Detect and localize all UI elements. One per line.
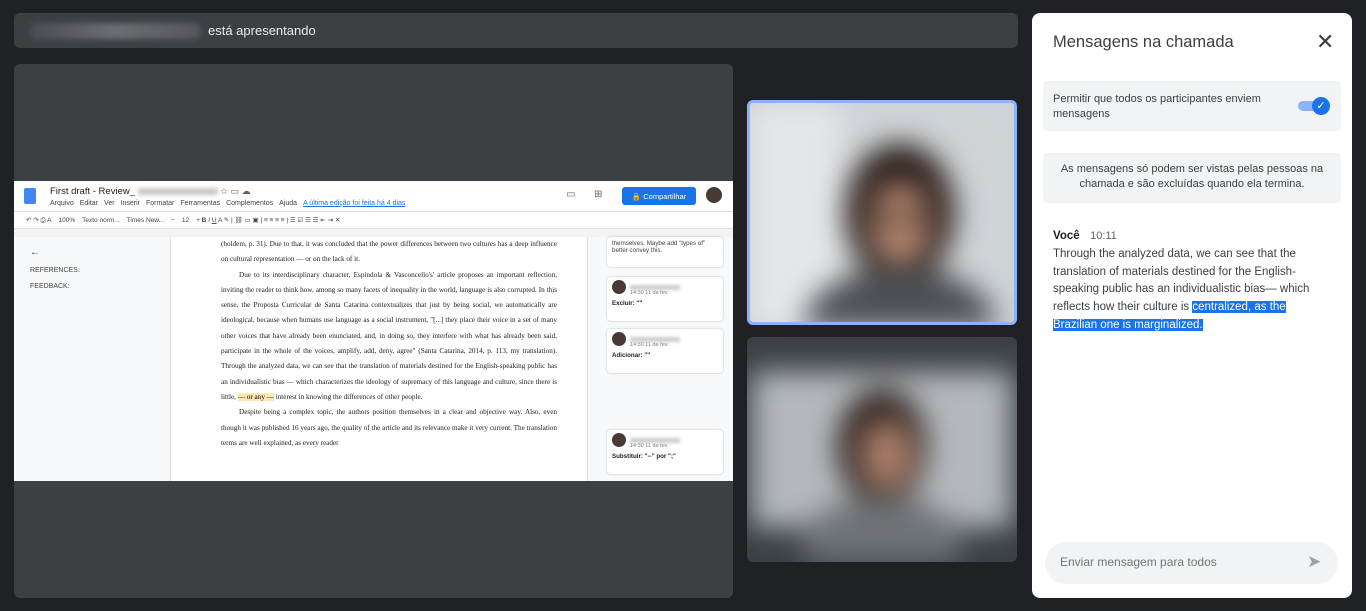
zoom-value: 100% xyxy=(58,216,76,224)
message-composer: ➤ xyxy=(1045,542,1338,584)
participant-tile-active[interactable] xyxy=(747,100,1017,325)
comment-card: 14:30 11 de fev. Substituir: "--" por ";… xyxy=(607,430,723,474)
presenter-name-blurred xyxy=(30,22,200,39)
message-sender: Você xyxy=(1053,230,1080,242)
avatar xyxy=(612,433,626,447)
check-icon: ✓ xyxy=(1312,97,1330,115)
doc-title: First draft - Review_ xyxy=(50,185,135,197)
docs-logo-icon xyxy=(24,188,36,204)
menu-formatar: Formatar xyxy=(146,199,175,207)
paragraph-2: Despite being a complex topic, the autho… xyxy=(221,408,557,447)
present-icon: ⊞ xyxy=(594,189,603,200)
menu-ferramentas: Ferramentas xyxy=(180,199,221,207)
outline-references: REFERENCES: xyxy=(30,267,80,274)
menu-ajuda: Ajuda xyxy=(279,199,298,207)
chat-panel: Mensagens na chamada ✕ Permitir que todo… xyxy=(1032,13,1352,598)
participant-video xyxy=(747,337,1017,562)
font-size-value: 12 xyxy=(181,216,190,224)
last-edit-link: A última edição foi feita há 4 dias xyxy=(303,199,406,207)
doc-outline: ← REFERENCES: FEEDBACK: xyxy=(30,247,80,290)
send-icon[interactable]: ➤ xyxy=(1307,552,1321,572)
doc-menu: Arquivo Editar Ver Inserir Formatar Ferr… xyxy=(50,200,405,207)
presenter-bar: está apresentando xyxy=(14,13,1018,48)
close-icon[interactable]: ✕ xyxy=(1316,29,1334,55)
presentation-stage[interactable]: First draft - Review_ ☆ ▭ ☁ Arquivo Edit… xyxy=(14,64,733,598)
message-text[interactable]: Through the analyzed data, we can see th… xyxy=(1053,246,1323,335)
comment-card: 14:30 11 de fev. Adicionar: "" xyxy=(607,329,723,373)
chat-message: Você 10:11 Through the analyzed data, we… xyxy=(1053,226,1323,335)
permission-toggle[interactable]: ✓ xyxy=(1298,97,1330,115)
comments-sidebar: themselves. Maybe add "types of" better … xyxy=(603,237,729,481)
highlighted-insertion: — or any — xyxy=(237,392,274,401)
shared-document: First draft - Review_ ☆ ▭ ☁ Arquivo Edit… xyxy=(14,181,733,481)
participant-video xyxy=(750,103,1014,322)
style-value: Texto norm... xyxy=(82,216,120,224)
menu-complementos: Complementos xyxy=(226,199,274,207)
permission-setting: Permitir que todos os participantes envi… xyxy=(1043,81,1341,131)
chat-panel-title: Mensagens na chamada xyxy=(1053,33,1234,51)
menu-ver: Ver xyxy=(104,199,115,207)
avatar xyxy=(612,280,626,294)
share-button: 🔒 Compartilhar xyxy=(622,187,696,205)
chat-info-notice: As mensagens só podem ser vistas pelas p… xyxy=(1043,153,1341,203)
comment-history-icon: ▭ xyxy=(566,189,576,200)
participant-tile[interactable] xyxy=(747,337,1017,562)
paragraph-1: Due to its interdisciplinary character, … xyxy=(221,270,557,401)
comment-card: themselves. Maybe add "types of" better … xyxy=(607,237,723,267)
menu-inserir: Inserir xyxy=(120,199,140,207)
message-time: 10:11 xyxy=(1090,230,1117,242)
doc-user-avatar xyxy=(706,187,722,203)
doc-page: (holdem, p. 31). Due to that, it was con… xyxy=(170,237,588,481)
avatar xyxy=(612,332,626,346)
message-input[interactable] xyxy=(1058,554,1292,570)
doc-header: First draft - Review_ ☆ ▭ ☁ Arquivo Edit… xyxy=(14,181,733,211)
menu-arquivo: Arquivo xyxy=(50,199,74,207)
paragraph-0: (holdem, p. 31). Due to that, it was con… xyxy=(221,240,557,264)
doc-toolbar: ↶ ↷ ⎙ A 100% Texto norm... Times New... … xyxy=(14,211,733,229)
menu-editar: Editar xyxy=(79,199,99,207)
comment-card: 14:30 11 de fev. Excluir: "" xyxy=(607,277,723,321)
outline-feedback: FEEDBACK: xyxy=(30,283,70,290)
permission-label: Permitir que todos os participantes envi… xyxy=(1053,93,1261,120)
presenter-status: está apresentando xyxy=(208,23,316,38)
font-value: Times New... xyxy=(126,216,165,224)
